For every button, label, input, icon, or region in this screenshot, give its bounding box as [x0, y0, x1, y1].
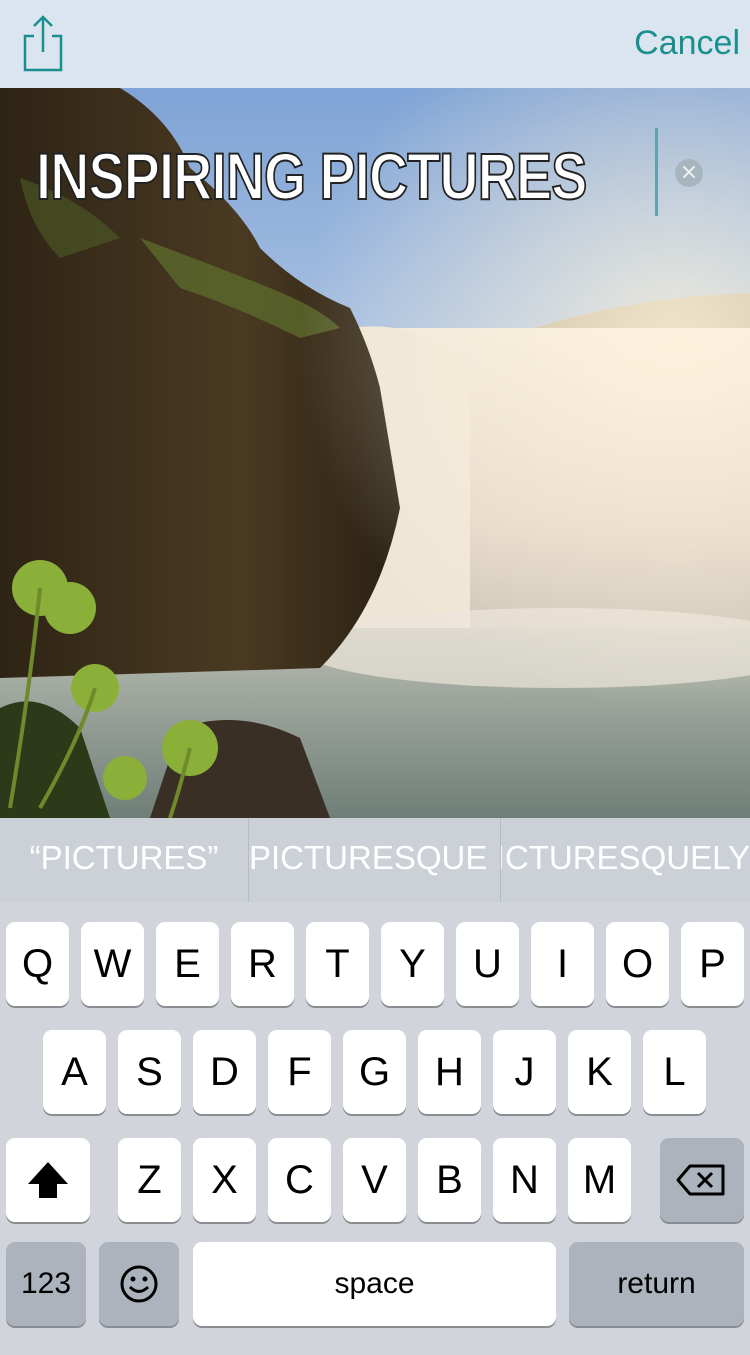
key-h[interactable]: H	[418, 1030, 481, 1114]
shift-key[interactable]	[6, 1138, 90, 1222]
key-e[interactable]: E	[156, 922, 219, 1006]
key-m[interactable]: M	[568, 1138, 631, 1222]
key-d[interactable]: D	[193, 1030, 256, 1114]
numbers-key[interactable]: 123	[6, 1242, 86, 1326]
key-j[interactable]: J	[493, 1030, 556, 1114]
space-key[interactable]: space	[193, 1242, 556, 1326]
suggestion-bar: “PICTURES” PICTURESQUE PICTURESQUELY	[0, 818, 750, 902]
top-toolbar: Cancel	[0, 0, 750, 88]
key-c[interactable]: C	[268, 1138, 331, 1222]
key-a[interactable]: A	[43, 1030, 106, 1114]
key-t[interactable]: T	[306, 922, 369, 1006]
emoji-icon	[120, 1265, 158, 1303]
keyboard: Q W E R T Y U I O P A S D F G H J K L Z …	[0, 902, 750, 1334]
clear-text-icon[interactable]: ×	[675, 159, 703, 187]
suggestion-1[interactable]: “PICTURES”	[0, 818, 248, 902]
key-g[interactable]: G	[343, 1030, 406, 1114]
caption-text: INSPIRING PICTURES	[35, 138, 588, 214]
key-f[interactable]: F	[268, 1030, 331, 1114]
backspace-icon	[676, 1164, 725, 1196]
key-n[interactable]: N	[493, 1138, 556, 1222]
delete-key[interactable]	[660, 1138, 744, 1222]
key-p[interactable]: P	[681, 922, 744, 1006]
return-key[interactable]: return	[569, 1242, 744, 1326]
caption-field[interactable]: INSPIRING PICTURES	[35, 138, 707, 216]
key-i[interactable]: I	[531, 922, 594, 1006]
key-z[interactable]: Z	[118, 1138, 181, 1222]
key-o[interactable]: O	[606, 922, 669, 1006]
text-cursor	[655, 128, 658, 216]
suggestion-2[interactable]: PICTURESQUE	[249, 818, 500, 902]
cancel-button[interactable]: Cancel	[634, 24, 740, 63]
key-s[interactable]: S	[118, 1030, 181, 1114]
share-icon[interactable]	[20, 14, 66, 72]
key-y[interactable]: Y	[381, 922, 444, 1006]
shift-arrow-icon	[28, 1162, 68, 1198]
key-b[interactable]: B	[418, 1138, 481, 1222]
key-w[interactable]: W	[81, 922, 144, 1006]
key-q[interactable]: Q	[6, 922, 69, 1006]
key-l[interactable]: L	[643, 1030, 706, 1114]
emoji-key[interactable]	[99, 1242, 179, 1326]
key-u[interactable]: U	[456, 922, 519, 1006]
key-v[interactable]: V	[343, 1138, 406, 1222]
key-k[interactable]: K	[568, 1030, 631, 1114]
key-r[interactable]: R	[231, 922, 294, 1006]
suggestion-3[interactable]: PICTURESQUELY	[501, 818, 750, 902]
key-x[interactable]: X	[193, 1138, 256, 1222]
